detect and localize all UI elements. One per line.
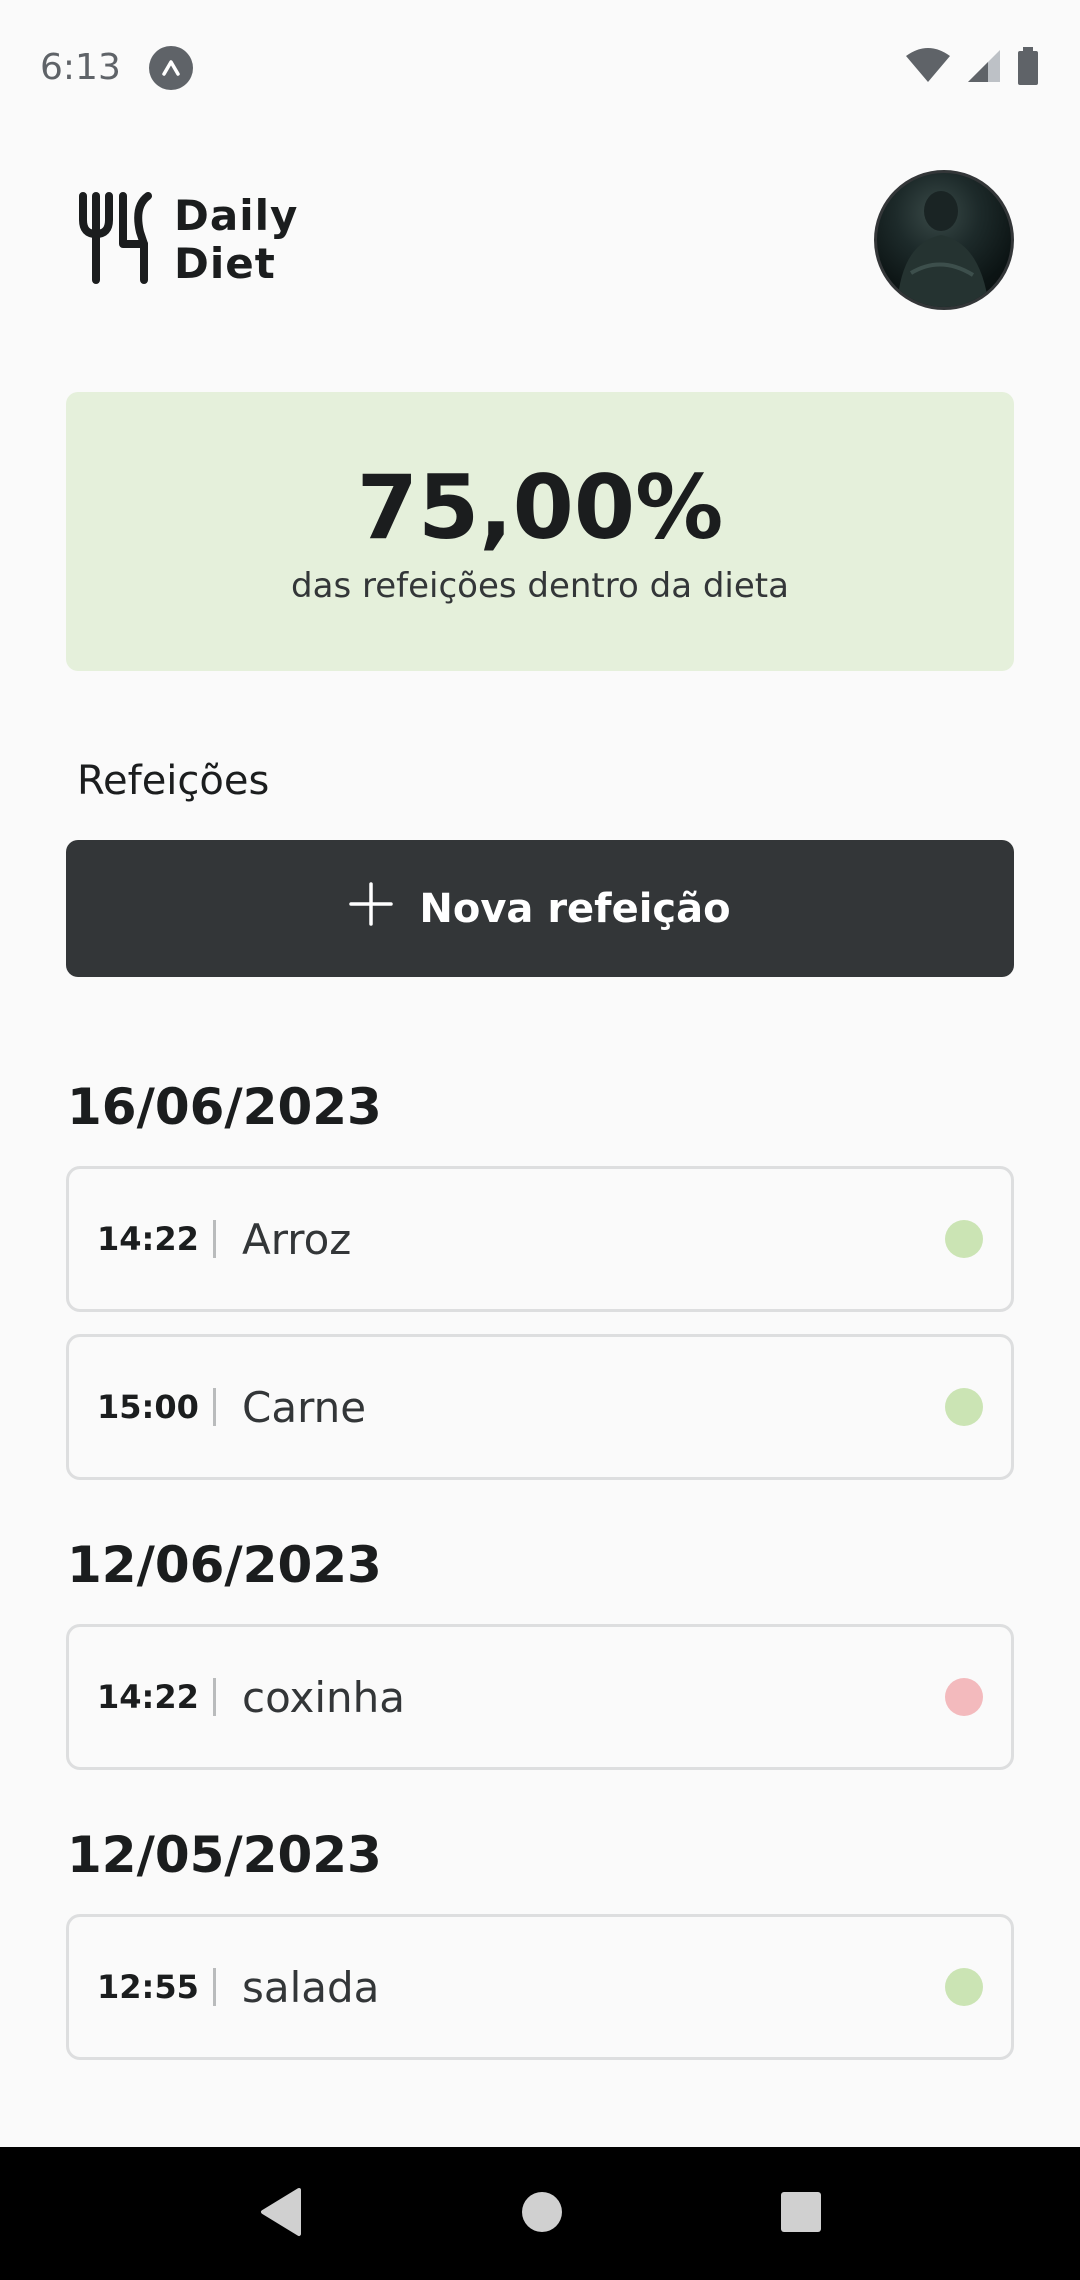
meal-item[interactable]: 15:00 Carne [66, 1334, 1014, 1480]
meal-divider [213, 1220, 216, 1258]
notification-app-icon [148, 45, 193, 90]
system-nav-bar [0, 2147, 1080, 2280]
fork-knife-icon [78, 192, 156, 288]
app-logo: Daily Diet [78, 192, 298, 288]
in-diet-status-dot [945, 1388, 983, 1426]
meal-item[interactable]: 14:22 Arroz [66, 1166, 1014, 1312]
meal-name: Carne [242, 1382, 367, 1432]
meal-item[interactable]: 12:55 salada [66, 1914, 1014, 2060]
in-diet-status-dot [945, 1220, 983, 1258]
day-date-title: 12/05/2023 [67, 1826, 382, 1884]
header: Daily Diet [78, 170, 1014, 310]
meals-section-label: Refeições [77, 758, 270, 804]
meal-time: 15:00 [97, 1388, 199, 1426]
off-diet-status-dot [945, 1678, 983, 1716]
signal-icon [966, 48, 1002, 88]
battery-icon [1016, 46, 1040, 89]
wifi-icon [904, 47, 952, 88]
meal-item[interactable]: 14:22 coxinha [66, 1624, 1014, 1770]
day-date-title: 16/06/2023 [67, 1078, 382, 1136]
logo-line-1: Daily [174, 191, 299, 240]
back-icon[interactable] [257, 2186, 305, 2242]
status-time: 6:13 [40, 47, 121, 88]
meal-name: Arroz [242, 1214, 352, 1264]
meal-time: 14:22 [97, 1220, 199, 1258]
meal-divider [213, 1388, 216, 1426]
meal-divider [213, 1968, 216, 2006]
meal-name: coxinha [242, 1672, 405, 1722]
new-meal-button[interactable]: Nova refeição [66, 840, 1014, 977]
meal-divider [213, 1678, 216, 1716]
meal-name: salada [242, 1962, 380, 2012]
logo-wordmark: Daily Diet [174, 192, 298, 288]
in-diet-status-dot [945, 1968, 983, 2006]
plus-icon [349, 881, 394, 936]
logo-line-2: Diet [174, 239, 276, 288]
day-date-title: 12/06/2023 [67, 1536, 382, 1594]
status-bar: 6:13 [0, 0, 1080, 135]
recents-icon[interactable] [779, 2190, 823, 2238]
status-right [904, 46, 1040, 89]
meal-time: 12:55 [97, 1968, 199, 2006]
meal-time: 14:22 [97, 1678, 199, 1716]
new-meal-label: Nova refeição [419, 885, 731, 932]
diet-percentage: 75,00% [356, 455, 724, 559]
user-avatar[interactable] [874, 170, 1014, 310]
home-screen: 6:13 Daily Diet 75,00% das refeições den… [0, 0, 1080, 2280]
status-left: 6:13 [40, 45, 193, 90]
home-icon[interactable] [520, 2190, 564, 2238]
diet-percentage-description: das refeições dentro da dieta [291, 565, 789, 606]
diet-stats-card[interactable]: 75,00% das refeições dentro da dieta [66, 392, 1014, 671]
